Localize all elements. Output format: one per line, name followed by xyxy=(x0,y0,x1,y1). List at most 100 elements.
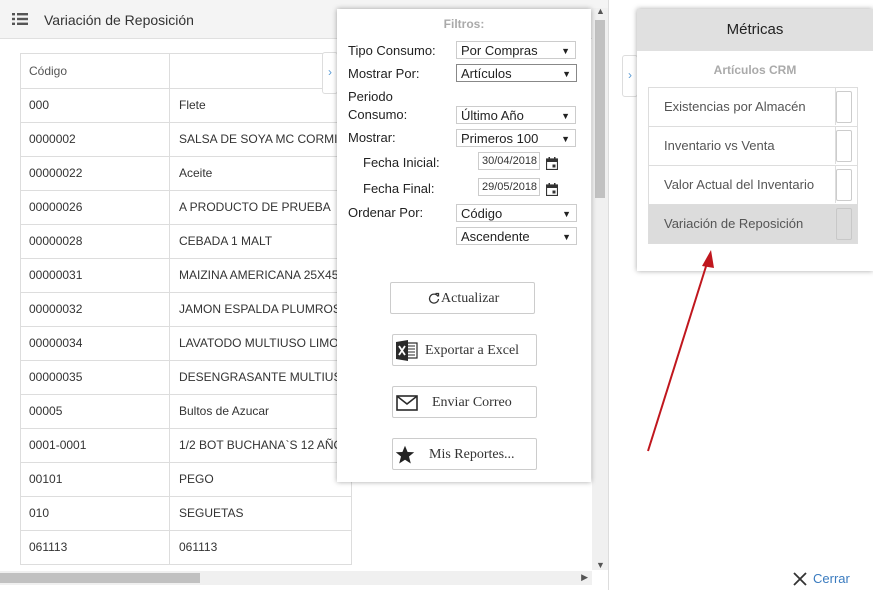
tipo-consumo-select[interactable]: Por Compras ▼ xyxy=(456,41,576,59)
cell-name: SEGUETAS xyxy=(179,506,244,520)
cell-name: A PRODUCTO DE PRUEBA xyxy=(179,200,331,214)
orden-direccion-value: Ascendente xyxy=(461,229,530,244)
cell-code: 00101 xyxy=(21,463,170,496)
cell-code: 00000022 xyxy=(21,157,170,190)
metrics-list: Existencias por Almacén Inventario vs Ve… xyxy=(648,87,858,244)
table-row[interactable]: 000 Flete xyxy=(21,89,351,123)
scroll-down-icon[interactable]: ▼ xyxy=(596,560,605,570)
cell-code: 00000031 xyxy=(21,259,170,292)
metric-item-label: Existencias por Almacén xyxy=(664,99,806,114)
page-title: Variación de Reposición xyxy=(44,12,194,28)
metric-item-toggle[interactable] xyxy=(835,88,852,125)
table-row[interactable]: 00000035 DESENGRASANTE MULTIUSO xyxy=(21,361,351,395)
table-row[interactable]: 00000028 CEBADA 1 MALT xyxy=(21,225,351,259)
metrics-subtitle: Artículos CRM xyxy=(713,63,797,77)
table-row[interactable]: 00101 PEGO xyxy=(21,463,351,497)
cell-name: MAIZINA AMERICANA 25X450 xyxy=(179,268,346,282)
enviar-correo-label: Enviar Correo xyxy=(432,395,512,410)
cell-code: 010 xyxy=(21,497,170,530)
filters-title: Filtros: xyxy=(443,17,485,31)
periodo-label-2: Consumo: xyxy=(348,107,408,122)
mostrar-select[interactable]: Primeros 100 ▼ xyxy=(456,129,576,147)
cell-code: 00000026 xyxy=(21,191,170,224)
mis-reportes-button[interactable]: Mis Reportes... xyxy=(392,438,537,470)
cell-name: CEBADA 1 MALT xyxy=(179,234,273,248)
cell-name: Aceite xyxy=(179,166,213,180)
actualizar-button[interactable]: Actualizar xyxy=(390,282,535,314)
periodo-value: Último Año xyxy=(461,108,524,123)
table-row[interactable]: 00000022 Aceite xyxy=(21,157,351,191)
table-row[interactable]: 0000002 SALSA DE SOYA MC CORMICK xyxy=(21,123,351,157)
filters-panel: Filtros: Tipo Consumo: Por Compras ▼ Most… xyxy=(337,9,591,482)
table-row[interactable]: 061113 061113 xyxy=(21,531,351,565)
metric-item-toggle[interactable] xyxy=(835,166,852,203)
metric-item-label: Valor Actual del Inventario xyxy=(664,177,815,192)
menu-icon[interactable] xyxy=(12,12,28,26)
metric-item-valor-actual[interactable]: Valor Actual del Inventario xyxy=(649,166,857,205)
table-row[interactable]: 00000031 MAIZINA AMERICANA 25X450 xyxy=(21,259,351,293)
caret-down-icon: ▼ xyxy=(562,209,571,219)
excel-icon xyxy=(396,340,418,366)
exportar-excel-button[interactable]: Exportar a Excel xyxy=(392,334,537,366)
annotation-arrow xyxy=(647,250,714,452)
table-row[interactable]: 00000026 A PRODUCTO DE PRUEBA xyxy=(21,191,351,225)
mostrar-por-select[interactable]: Artículos ▼ xyxy=(456,64,577,82)
metric-item-inventario-venta[interactable]: Inventario vs Venta xyxy=(649,127,857,166)
fecha-final-input[interactable]: 29/05/2018 xyxy=(478,178,540,196)
metrics-panel: Métricas Artículos CRM Existencias por A… xyxy=(637,9,873,271)
table-row[interactable]: 00000032 JAMON ESPALDA PLUMROSE xyxy=(21,293,351,327)
caret-down-icon: ▼ xyxy=(561,46,570,56)
tipo-consumo-value: Por Compras xyxy=(461,43,538,58)
periodo-select[interactable]: Último Año ▼ xyxy=(456,106,576,124)
periodo-label-1: Periodo xyxy=(348,89,393,104)
table-row[interactable]: 0001-0001 1/2 BOT BUCHANA`S 12 AÑOS xyxy=(21,429,351,463)
scroll-right-icon[interactable]: ▶ xyxy=(581,572,588,583)
fecha-inicial-input[interactable]: 30/04/2018 xyxy=(478,152,540,170)
cell-code: 0001-0001 xyxy=(21,429,170,462)
fecha-inicial-label: Fecha Inicial: xyxy=(363,155,440,170)
mis-reportes-label: Mis Reportes... xyxy=(429,447,515,462)
table-row[interactable]: 00000034 LAVATODO MULTIUSO LIMON xyxy=(21,327,351,361)
orden-direccion-select[interactable]: Ascendente ▼ xyxy=(456,227,577,245)
items-table: Código 000 Flete 0000002 SALSA DE SOYA MC C… xyxy=(20,53,352,565)
cell-name: Bultos de Azucar xyxy=(179,404,270,418)
horizontal-scrollbar-thumb[interactable] xyxy=(0,573,200,583)
table-row[interactable]: 00005 Bultos de Azucar xyxy=(21,395,351,429)
metric-item-existencias[interactable]: Existencias por Almacén xyxy=(649,88,857,127)
ordenar-por-label: Ordenar Por: xyxy=(348,205,424,220)
mostrar-por-value: Artículos xyxy=(461,66,512,81)
cell-name: LAVATODO MULTIUSO LIMON xyxy=(179,336,348,350)
horizontal-scrollbar[interactable]: ▶ xyxy=(0,571,592,585)
caret-down-icon: ▼ xyxy=(562,69,571,79)
calendar-icon[interactable] xyxy=(545,183,559,197)
metric-item-variacion-reposicion[interactable]: Variación de Reposición xyxy=(649,205,857,244)
chevron-right-icon[interactable]: › xyxy=(322,52,338,94)
cell-code: 000 xyxy=(21,89,170,122)
chevron-right-icon[interactable]: › xyxy=(622,55,638,97)
tipo-consumo-label: Tipo Consumo: xyxy=(348,43,436,58)
cell-name: DESENGRASANTE MULTIUSO xyxy=(179,370,349,384)
scroll-up-icon[interactable]: ▲ xyxy=(596,6,605,16)
mostrar-label: Mostrar: xyxy=(348,130,396,145)
calendar-icon[interactable] xyxy=(545,157,559,171)
mail-icon xyxy=(396,395,418,416)
metrics-title: Métricas xyxy=(637,9,873,51)
cell-code: 00000032 xyxy=(21,293,170,326)
metric-item-toggle[interactable] xyxy=(835,127,852,164)
metric-item-label: Variación de Reposición xyxy=(664,216,804,231)
cell-name: JAMON ESPALDA PLUMROSE xyxy=(179,302,349,316)
cell-name: PEGO xyxy=(179,472,214,486)
actualizar-label: Actualizar xyxy=(441,291,500,306)
metric-item-toggle[interactable] xyxy=(835,205,852,242)
ordenar-por-select[interactable]: Código ▼ xyxy=(456,204,577,222)
cell-code: 00005 xyxy=(21,395,170,428)
cell-code: 00000035 xyxy=(21,361,170,394)
vertical-scrollbar[interactable]: ▲ ▼ xyxy=(592,6,608,570)
cell-code: 061113 xyxy=(21,531,170,564)
cell-name: 061113 xyxy=(179,540,218,554)
table-row[interactable]: 010 SEGUETAS xyxy=(21,497,351,531)
enviar-correo-button[interactable]: Enviar Correo xyxy=(392,386,537,418)
caret-down-icon: ▼ xyxy=(561,134,570,144)
column-header-code[interactable]: Código xyxy=(21,54,170,88)
vertical-scrollbar-thumb[interactable] xyxy=(595,20,605,198)
